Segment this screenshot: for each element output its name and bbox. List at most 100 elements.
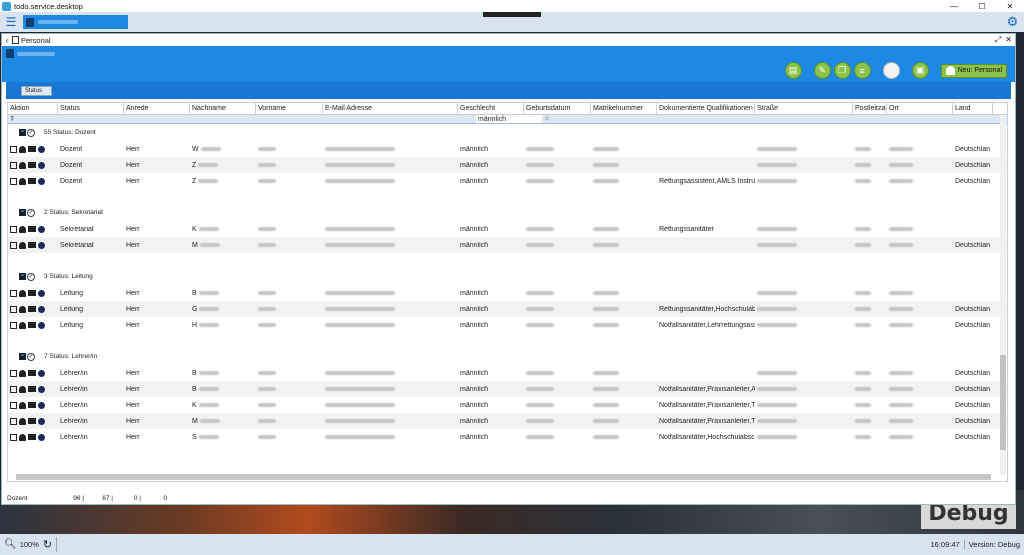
table-row[interactable]: Dozent Herr Z männlich Rettungsassistent,A…	[8, 173, 1007, 189]
edit-icon[interactable]	[38, 145, 45, 153]
select-checkbox[interactable]	[10, 385, 17, 393]
column-header[interactable]: Geschlecht	[458, 103, 524, 114]
select-checkbox[interactable]	[10, 289, 17, 297]
edit-icon[interactable]	[38, 433, 45, 441]
select-checkbox[interactable]	[10, 241, 17, 249]
column-header[interactable]: Straße	[755, 103, 853, 114]
group-header[interactable]: − ✓ 55 Status: Dozent	[8, 124, 1007, 141]
person-icon[interactable]	[19, 161, 26, 169]
edit-icon[interactable]	[38, 321, 45, 329]
edit-icon[interactable]	[38, 385, 45, 393]
select-checkbox[interactable]	[10, 401, 17, 409]
table-row[interactable]: Dozent Herr Z männlich Deutschlan	[8, 157, 1007, 173]
details-icon[interactable]	[28, 290, 36, 296]
column-header[interactable]: Nachname	[190, 103, 256, 114]
filter-geschlecht[interactable]: männlich	[476, 115, 542, 123]
group-chip-status[interactable]: Status	[21, 86, 52, 96]
group-header[interactable]: − ✓ 3 Status: Leitung	[8, 268, 1007, 285]
select-checkbox[interactable]	[10, 145, 17, 153]
person-icon[interactable]	[19, 321, 26, 329]
person-icon[interactable]	[19, 177, 26, 185]
list-button[interactable]: ≡	[853, 62, 871, 79]
table-row[interactable]: Lehrer/in Herr M männlich Notfallsanitäter…	[8, 413, 1007, 429]
column-header[interactable]: E-Mail Adresse	[323, 103, 458, 114]
table-row[interactable]: Lehrer/in Herr B männlich Notfallsanitäter…	[8, 381, 1007, 397]
group-header[interactable]: − ✓ 7 Status: Lehrer/in	[8, 348, 1007, 365]
column-header[interactable]: Aktion	[8, 103, 58, 114]
select-checkbox[interactable]	[10, 225, 17, 233]
tab-active[interactable]	[23, 15, 128, 29]
hamburger-menu-icon[interactable]: ☰	[3, 14, 19, 30]
clear-filter-icon[interactable]: ✕	[542, 115, 552, 123]
maximize-icon[interactable]: ☐	[968, 2, 996, 11]
blank-button[interactable]	[882, 62, 900, 79]
person-icon[interactable]	[19, 225, 26, 233]
details-icon[interactable]	[28, 402, 36, 408]
table-row[interactable]: Lehrer/in Herr K männlich Notfallsanitäter…	[8, 397, 1007, 413]
edit-icon[interactable]	[38, 401, 45, 409]
magnifier-icon[interactable]: 🔍︎	[4, 539, 17, 550]
drag-handle[interactable]	[483, 12, 541, 17]
details-icon[interactable]	[28, 226, 36, 232]
column-header[interactable]: Vorname	[256, 103, 323, 114]
select-checkbox[interactable]	[10, 417, 17, 425]
close-icon[interactable]: ✕	[1005, 35, 1012, 45]
person-icon[interactable]	[19, 433, 26, 441]
details-icon[interactable]	[28, 242, 36, 248]
column-header[interactable]: Ort	[887, 103, 953, 114]
table-row[interactable]: Lehrer/in Herr B männlich Deutschlan	[8, 365, 1007, 381]
select-checkbox[interactable]	[10, 177, 17, 185]
save-button[interactable]: ▣	[911, 62, 929, 79]
select-checkbox[interactable]	[10, 161, 17, 169]
select-checkbox[interactable]	[10, 305, 17, 313]
column-header[interactable]: Dokumentierte Qualifikationen	[657, 103, 755, 114]
column-header[interactable]: Status	[58, 103, 124, 114]
scroll-thumb[interactable]	[1000, 355, 1006, 450]
edit-icon[interactable]	[38, 369, 45, 377]
table-row[interactable]: Lehrer/in Herr S männlich Notfallsanitäter…	[8, 429, 1007, 445]
gear-icon[interactable]: ⚙	[1005, 14, 1020, 29]
check-circle-icon[interactable]: ✓	[27, 128, 35, 137]
column-header[interactable]: Postleitzahl	[853, 103, 887, 114]
column-header[interactable]: Anrede	[124, 103, 190, 114]
details-icon[interactable]	[28, 434, 36, 440]
table-row[interactable]: Dozent Herr W männlich Deutschlan	[8, 141, 1007, 157]
details-icon[interactable]	[28, 146, 36, 152]
edit-icon[interactable]	[38, 177, 45, 185]
person-icon[interactable]	[19, 401, 26, 409]
horizontal-scrollbar[interactable]	[16, 474, 991, 480]
check-circle-icon[interactable]: ✓	[27, 272, 35, 281]
collapse-icon[interactable]: −	[19, 129, 26, 136]
details-icon[interactable]	[28, 386, 36, 392]
refresh-icon[interactable]: ↻	[43, 538, 52, 551]
collapse-icon[interactable]: −	[19, 209, 26, 216]
table-row[interactable]: Sekretariat Herr M männlich Deutschlan	[8, 237, 1007, 253]
check-circle-icon[interactable]: ✓	[27, 352, 35, 361]
edit-icon[interactable]	[38, 161, 45, 169]
details-icon[interactable]	[28, 162, 36, 168]
table-row[interactable]: Leitung Herr B männlich	[8, 285, 1007, 301]
person-icon[interactable]	[19, 305, 26, 313]
vertical-scrollbar[interactable]	[1000, 115, 1006, 475]
group-header[interactable]: − ✓ 2 Status: Sekretariat	[8, 204, 1007, 221]
person-icon[interactable]	[19, 241, 26, 249]
details-icon[interactable]	[28, 178, 36, 184]
table-row[interactable]: Leitung Herr G männlich Rettungssanitäter,…	[8, 301, 1007, 317]
person-icon[interactable]	[19, 369, 26, 377]
edit-icon[interactable]	[38, 241, 45, 249]
check-circle-icon[interactable]: ✓	[27, 208, 35, 217]
details-icon[interactable]	[28, 322, 36, 328]
person-icon[interactable]	[19, 385, 26, 393]
collapse-icon[interactable]: −	[19, 353, 26, 360]
minimize-icon[interactable]: —	[940, 2, 968, 11]
edit-icon[interactable]	[38, 417, 45, 425]
fullscreen-icon[interactable]: ⤢	[995, 35, 1001, 45]
back-icon[interactable]: ‹	[2, 36, 12, 45]
column-header[interactable]: Geburtsdatum	[524, 103, 591, 114]
person-icon[interactable]	[19, 145, 26, 153]
column-header[interactable]: Land	[953, 103, 993, 114]
collapse-icon[interactable]: −	[19, 273, 26, 280]
table-row[interactable]: Leitung Herr H männlich Notfallsanitäter,L…	[8, 317, 1007, 333]
table-row[interactable]: Sekretariat Herr K männlich Rettungssanitä…	[8, 221, 1007, 237]
select-checkbox[interactable]	[10, 433, 17, 441]
